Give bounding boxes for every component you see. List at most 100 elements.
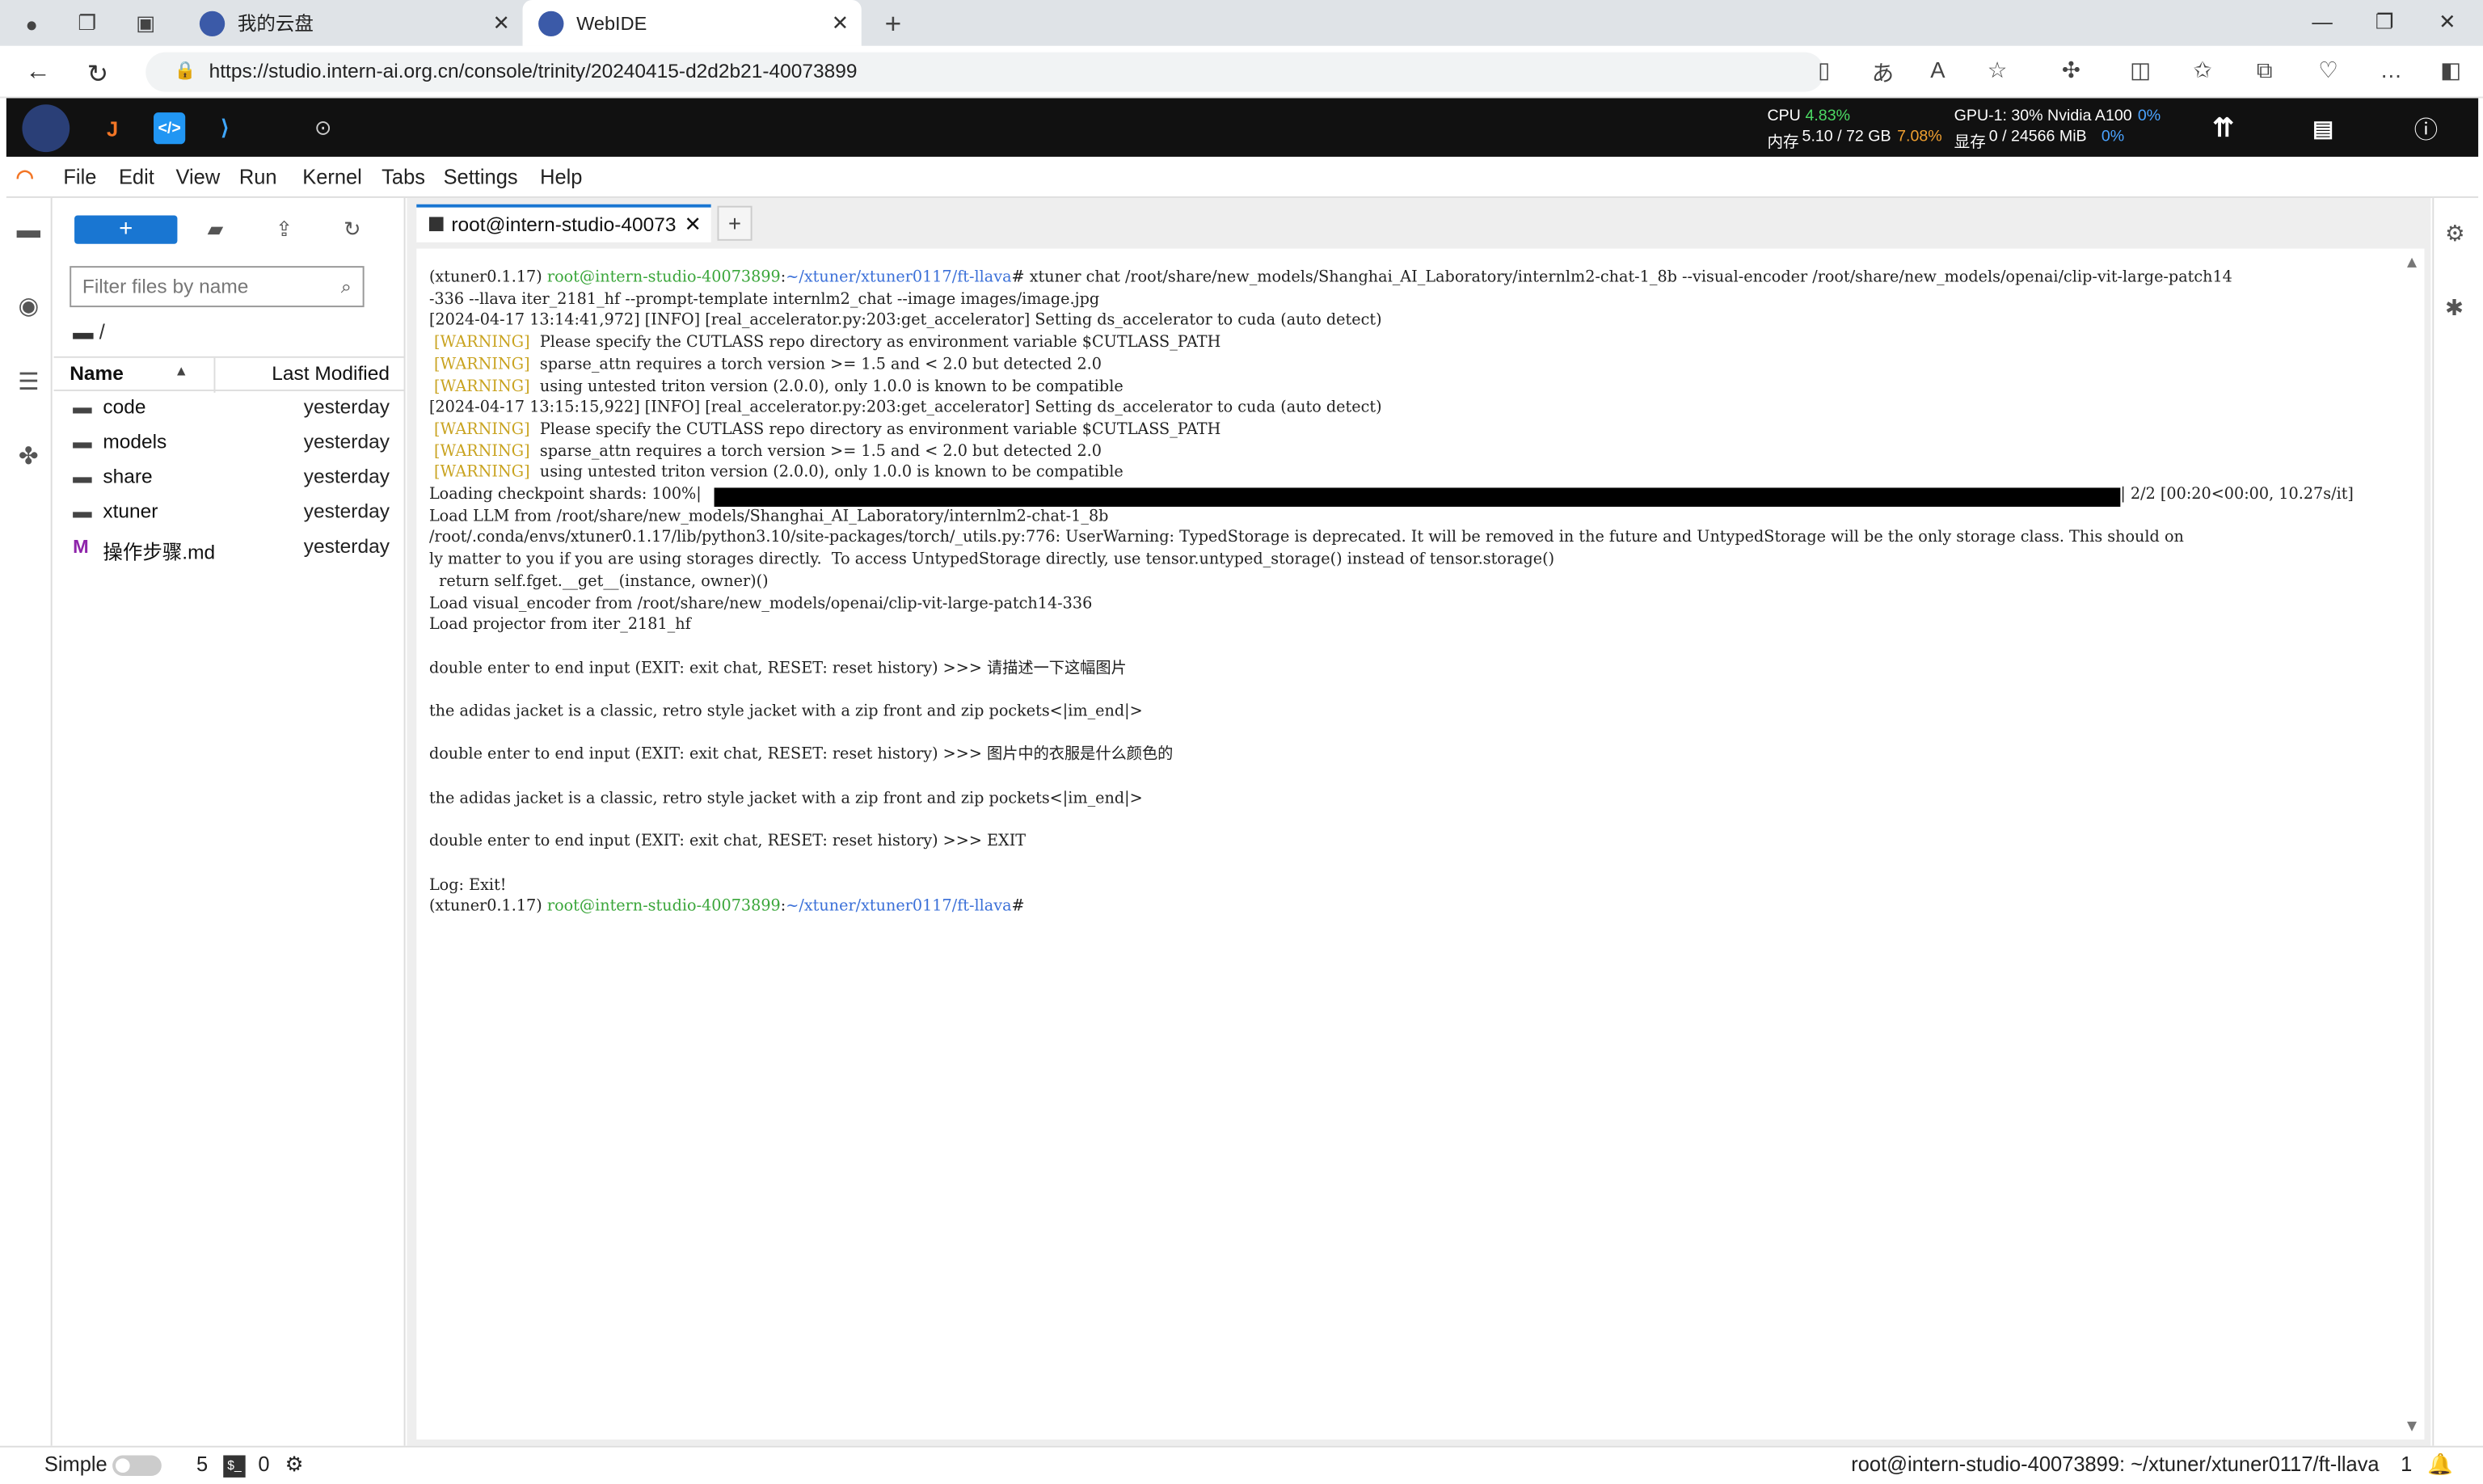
close-icon[interactable]: ✕ [492,11,509,36]
notification-count[interactable]: 1 [2401,1452,2412,1476]
toc-icon[interactable]: ☰ [13,368,44,399]
browser-tab-cloud[interactable]: 我的云盘 ✕ [183,0,522,46]
webide-icon[interactable]: </> [154,112,186,145]
terminal-output[interactable]: (xtuner0.1.17) root@intern-studio-400738… [416,248,2425,1440]
compass-icon[interactable]: ⊙ [307,112,339,144]
extension-puzzle-icon[interactable]: ✤ [13,442,44,474]
split-screen-icon[interactable]: ◫ [2130,57,2151,84]
terminal-line: the adidas jacket is a classic, retro st… [428,790,1143,807]
vscode-icon[interactable]: ⟩ [209,112,241,144]
folder-icon: ▬ [73,430,92,453]
performance-icon[interactable]: ♡ [2318,57,2338,84]
kernel-count[interactable]: 0 [258,1452,269,1476]
warning-tag: [WARNING] [434,442,530,461]
warning-text: sparse_attn requires a torch version >= … [539,356,1102,373]
shards-tail: | 2/2 [00:20<00:00, 10.27s/it] [2120,486,2354,504]
breadcrumb-root[interactable]: / [99,320,105,344]
menu-run[interactable]: Run [239,165,277,188]
workspaces-icon[interactable]: ❐ [71,8,103,40]
file-row-xtuner[interactable]: ▬ xtuner yesterday [54,495,406,530]
profile-icon[interactable]: ● [16,8,48,40]
debugger-icon[interactable]: ✱ [2445,294,2464,321]
terminal-scrollbar[interactable]: ▲ ▼ [2405,249,2422,1440]
file-row-md[interactable]: M 操作步骤.md yesterday [54,530,406,565]
tab-actions-icon[interactable]: ▣ [130,8,162,40]
bell-icon[interactable]: 🔔 [2427,1452,2453,1478]
column-divider[interactable] [213,357,216,393]
refresh-icon[interactable]: ↻ [87,58,108,90]
file-row-share[interactable]: ▬ share yesterday [54,461,406,495]
close-icon[interactable]: ✕ [685,213,702,238]
command-text: # xtuner chat /root/share/new_models/Sha… [1011,269,2232,287]
warning-line: [WARNING] sparse_attn requires a torch v… [429,354,1102,376]
menu-tabs[interactable]: Tabs [382,165,425,188]
menu-help[interactable]: Help [540,165,582,188]
read-aloud-icon[interactable]: A [1930,57,1945,82]
monitor-icon[interactable]: ▤ [2308,112,2339,144]
simple-mode-label: Simple [44,1452,107,1476]
more-icon[interactable]: … [2380,57,2402,82]
breadcrumb[interactable]: ▬ / [73,320,105,344]
menu-edit[interactable]: Edit [119,165,154,188]
info-icon[interactable]: ⓘ [2410,112,2442,144]
jupyter-icon[interactable]: J [97,112,129,144]
warning-line: [WARNING] using untested triton version … [429,463,1123,485]
search-icon: ⌕ [340,275,352,298]
url-bar[interactable]: 🔒 https://studio.intern-ai.org.cn/consol… [145,52,1824,92]
close-icon[interactable]: ✕ [832,11,849,36]
terminal-tab[interactable]: root@intern-studio-40073 ✕ [416,204,711,242]
file-browser: + ▰ ⇪ ↻ ⌕ ▬ / Name ▲ Last Modified ▬ cod… [53,197,406,1446]
filter-input[interactable] [71,268,317,306]
file-name: 操作步骤.md [103,542,216,564]
command-continuation: -336 --llava iter_2181_hf --prompt-templ… [428,290,1100,309]
mem-value: 5.10 / 72 GB [1802,128,1891,146]
terminal-count[interactable]: 5 [196,1452,208,1476]
new-launcher-button[interactable]: + [74,215,178,244]
favorite-star-icon[interactable]: ☆ [1988,57,2008,84]
back-icon[interactable]: ← [25,58,50,86]
minimize-icon[interactable]: — [2312,10,2332,33]
file-row-models[interactable]: ▬ models yesterday [54,426,406,461]
sidebar-toggle-icon[interactable]: ◧ [2440,57,2461,84]
checkpoint-progress-bar [714,487,2121,507]
add-tab-button[interactable]: + [717,205,752,241]
terminal-line: ly matter to you if you are using storag… [428,550,1555,569]
restore-icon[interactable]: ❐ [2376,10,2394,35]
simple-mode-toggle[interactable] [112,1455,162,1476]
right-side-bar: ⚙ ✱ [2432,197,2483,1446]
browser-tab-webide[interactable]: WebIDE ✕ [522,0,862,46]
menu-file[interactable]: File [63,165,96,188]
tensorflow-icon[interactable]: ⇈ [2207,112,2239,144]
upload-icon[interactable]: ⇪ [276,217,293,242]
collections-icon[interactable]: ⧉ [2257,57,2273,84]
sort-asc-icon[interactable]: ▲ [175,363,188,379]
running-icon[interactable]: ◉ [13,291,44,323]
file-row-code[interactable]: ▬ code yesterday [54,391,406,426]
favorites-icon[interactable]: ✩ [2193,57,2211,84]
property-inspector-icon[interactable]: ⚙ [2445,220,2465,247]
new-tab-icon[interactable]: + [877,7,908,40]
column-name[interactable]: Name [70,363,124,385]
new-folder-icon[interactable]: ▰ [208,217,224,242]
menu-kernel[interactable]: Kernel [302,165,362,188]
warning-tag: [WARNING] [434,334,530,352]
scroll-down-icon[interactable]: ▼ [2407,1419,2417,1433]
extensions-icon[interactable]: ✣ [2062,57,2080,84]
menu-view[interactable]: View [175,165,220,188]
menu-settings[interactable]: Settings [444,165,518,188]
url-text[interactable]: https://studio.intern-ai.org.cn/console/… [209,60,858,82]
window-close-icon[interactable]: ✕ [2439,10,2456,35]
column-last-modified[interactable]: Last Modified [272,363,390,385]
cpu-value: 4.83% [1805,108,1851,125]
translate-icon[interactable]: あ [1872,57,1894,89]
prompt-path: ~/xtuner/xtuner0117/ft-llava [786,269,1012,287]
status-path: root@intern-studio-40073899: ~/xtuner/xt… [1851,1452,2380,1476]
clipboard-icon[interactable]: ▯ [1818,57,1830,84]
warning-tag: [WARNING] [434,377,530,395]
folder-icon[interactable]: ▬ [13,217,44,248]
refresh-files-icon[interactable]: ↻ [344,217,360,242]
warning-line: [WARNING] Please specify the CUTLASS rep… [429,419,1220,441]
menu-bar: ◠ File Edit View Run Kernel Tabs Setting… [6,156,2479,198]
scroll-up-icon[interactable]: ▲ [2407,255,2417,269]
ide-top-bar: J </> ⟩ ⊙ CPU 4.83% 内存 5.10 / 72 GB 7.08… [6,98,2479,157]
